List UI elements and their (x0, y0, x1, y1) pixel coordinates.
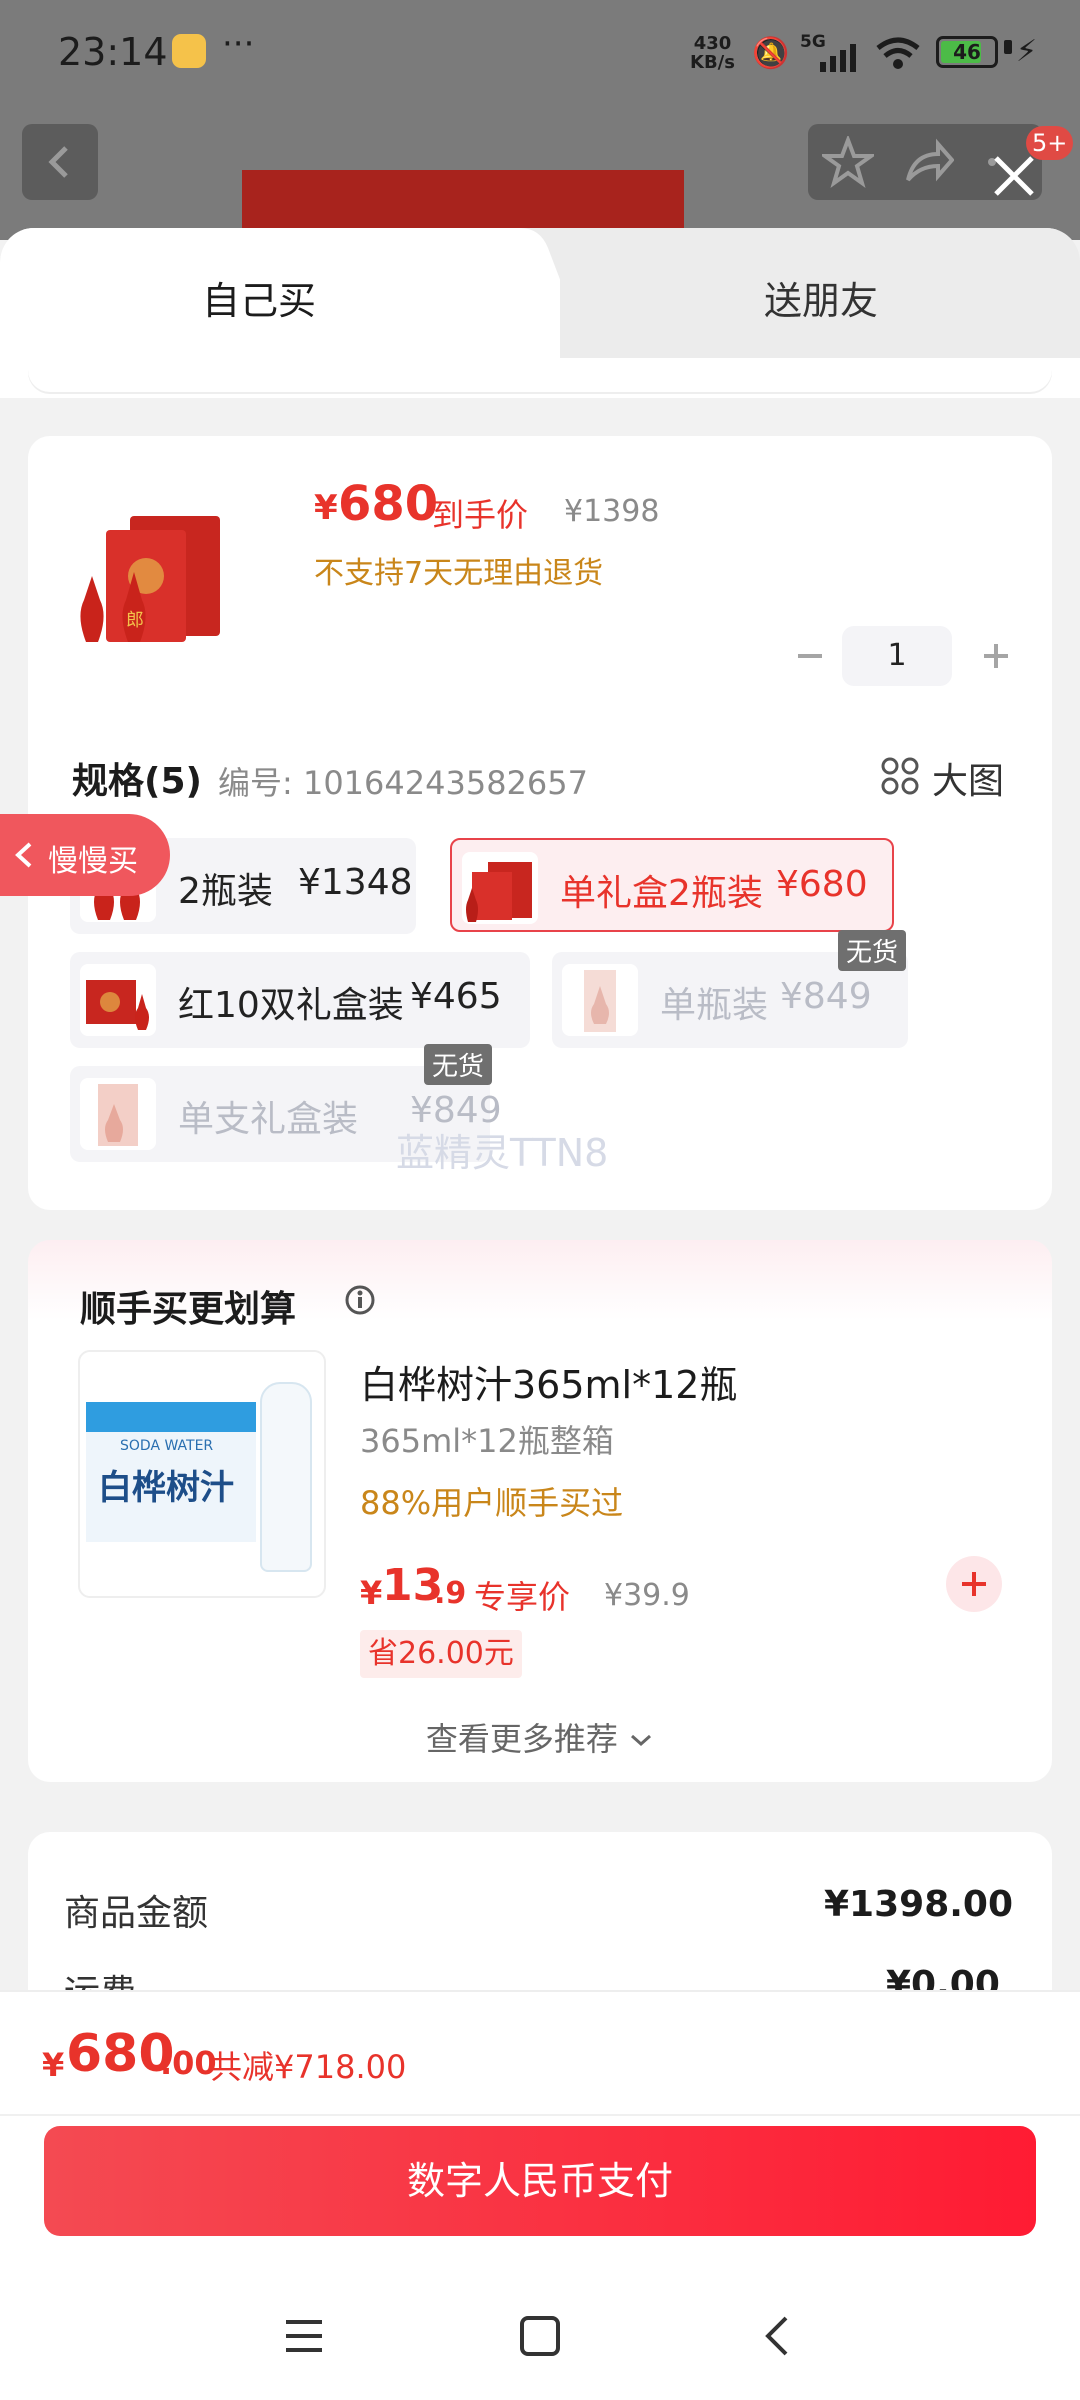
tab-gift-friend[interactable]: 送朋友 (764, 270, 878, 325)
return-policy: 不支持7天无理由退货 (314, 556, 604, 591)
total-discount: 共减¥718.00 (210, 2048, 407, 2086)
addon-price-note: 专享价 (474, 1578, 571, 1616)
product-spec-card: 郎 ¥ 680 到手价 ¥1398 不支持7天无理由退货 1 规格(5) 编号:… (28, 436, 1052, 1210)
svg-text:郎: 郎 (126, 610, 144, 631)
spec-option-red10-double-box[interactable]: 红10双礼盒装 ¥465 (70, 952, 530, 1048)
spec-thumbnail (562, 964, 638, 1036)
spec-price: ¥849 (780, 976, 872, 1017)
no-stock-badge: 无货 (838, 930, 907, 971)
quantity-input[interactable]: 1 (842, 626, 952, 686)
addon-box-text: 白桦树汁 (98, 1468, 234, 1508)
goods-amount-value: ¥1398.00 (824, 1884, 1014, 1925)
more-label: 查看更多推荐 (425, 1720, 618, 1758)
share-icon[interactable] (902, 136, 955, 192)
addon-price-dec: .9 (434, 1576, 467, 1611)
status-bar: 23:14 ··· 430 KB/s 🔕 5G 46 ⚡ (0, 0, 1080, 110)
back-button[interactable] (22, 124, 98, 200)
notification-app-icon (172, 34, 206, 68)
addon-item-name[interactable]: 白桦树汁365ml*12瓶 (360, 1354, 737, 1409)
spec-code: 编号: 10164243582657 (218, 764, 588, 802)
addon-card: 顺手买更划算 SODA WATER 白桦树汁 白桦树汁365ml*12瓶 365… (28, 1240, 1052, 1782)
mute-icon: 🔕 (752, 36, 790, 71)
system-nav-bar (0, 2270, 1080, 2400)
addon-thumbnail: SODA WATER 白桦树汁 (78, 1350, 326, 1598)
product-price: 680 (338, 476, 439, 532)
info-icon[interactable] (344, 1284, 376, 1316)
addon-box-subtitle: SODA WATER (120, 1438, 214, 1454)
addon-item-stat: 88%用户顺手买过 (360, 1484, 624, 1522)
addon-item-spec: 365ml*12瓶整箱 (360, 1422, 614, 1460)
chevron-left-icon (12, 840, 36, 870)
floating-label: 慢慢买 (48, 844, 138, 879)
spec-option-gift-box-2-bottles[interactable]: 单礼盒2瓶装 ¥680 (450, 838, 894, 932)
back-nav-icon[interactable] (756, 2314, 800, 2362)
spec-label: 红10双礼盒装 (178, 985, 404, 1026)
price-note: 到手价 (432, 496, 529, 534)
close-icon[interactable] (984, 146, 1044, 206)
original-price: ¥1398 (564, 494, 660, 529)
menu-nav-icon[interactable] (282, 2314, 326, 2362)
battery-tip (1004, 40, 1012, 54)
home-nav-icon[interactable] (518, 2314, 562, 2362)
status-time: 23:14 (58, 30, 168, 74)
purchase-tabs: 自己买 送朋友 (0, 228, 1080, 358)
net-speed-value: 430 (693, 33, 732, 54)
more-recommendations-link[interactable]: 查看更多推荐 (28, 1714, 1052, 1760)
spec-label: 单瓶装 (660, 985, 769, 1026)
addon-box-top (86, 1402, 256, 1432)
addon-bottle-image (260, 1382, 312, 1572)
addon-original-price: ¥39.9 (604, 1578, 690, 1613)
charging-icon: ⚡ (1016, 34, 1038, 69)
net-speed-unit: KB/s (690, 52, 735, 73)
addon-price-symbol: ¥ (360, 1574, 383, 1612)
spec-thumbnail (462, 852, 538, 924)
battery-icon: 46 (936, 36, 998, 68)
spec-price: ¥1348 (298, 862, 413, 903)
total-symbol: ¥ (42, 2046, 65, 2084)
chevron-down-icon (631, 1734, 652, 1747)
spec-price: ¥465 (410, 976, 502, 1017)
favorite-star-icon[interactable] (818, 134, 878, 192)
watermark: 蓝精灵TTN8 (396, 1131, 609, 1175)
floating-price-tracker[interactable]: 慢慢买 (0, 814, 170, 896)
network-speed: 430 KB/s (690, 34, 735, 72)
big-image-toggle[interactable]: 大图 (932, 752, 1004, 804)
spec-price: ¥680 (776, 864, 868, 905)
pay-button[interactable]: 数字人民币支付 (44, 2126, 1036, 2236)
product-thumbnail: 郎 (70, 506, 230, 646)
addon-title: 顺手买更划算 (80, 1289, 297, 1330)
total-price: 680 (66, 2024, 175, 2084)
spec-label: 单礼盒2瓶装 (560, 873, 763, 914)
addon-box-image: SODA WATER 白桦树汁 (86, 1402, 256, 1542)
spec-thumbnail (80, 964, 156, 1036)
total-price-decimal: .00 (160, 2044, 217, 2082)
spec-label: 2瓶装 (178, 871, 273, 912)
spec-label: 单支礼盒装 (178, 1099, 359, 1140)
signal-icon (818, 40, 862, 72)
tab-card-edge (28, 358, 1052, 392)
plus-icon[interactable] (972, 632, 1020, 680)
minus-icon[interactable] (786, 632, 834, 680)
status-more-dots: ··· (222, 24, 255, 64)
spec-thumbnail (80, 1078, 156, 1150)
add-to-order-button[interactable] (946, 1556, 1002, 1612)
footer-divider (0, 2114, 1080, 2116)
addon-save-badge: 省26.00元 (360, 1630, 522, 1678)
battery-percent: 46 (953, 40, 981, 64)
price-symbol: ¥ (314, 488, 338, 528)
goods-amount-label: 商品金额 (64, 1893, 209, 1934)
grid-view-icon[interactable] (880, 756, 920, 796)
tab-self-buy[interactable]: 自己买 (202, 270, 316, 325)
wifi-icon (874, 36, 922, 72)
no-stock-badge: 无货 (424, 1044, 493, 1085)
spec-title: 规格(5) (72, 761, 202, 802)
